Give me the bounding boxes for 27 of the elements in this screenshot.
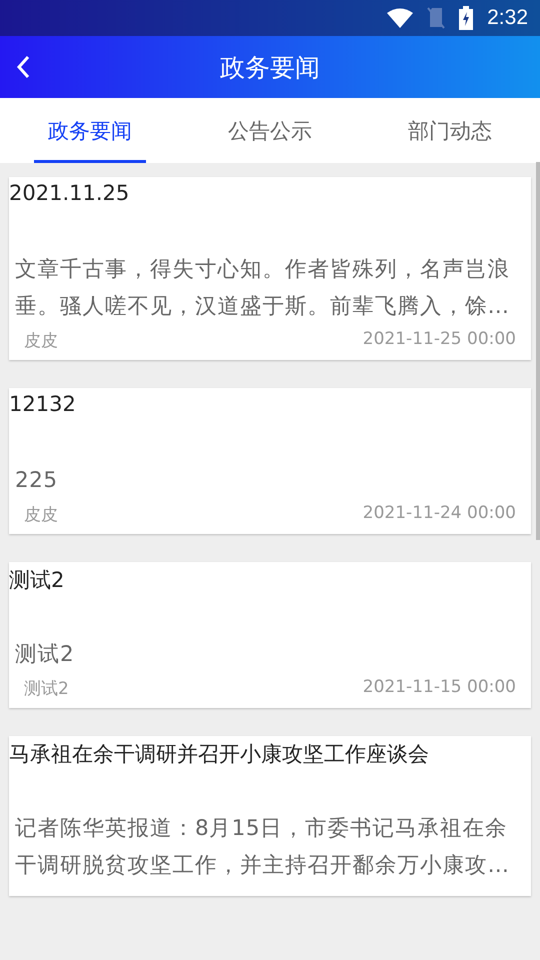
news-time: 2021-11-15 00:00 [362, 677, 516, 699]
no-sim-icon [427, 7, 446, 29]
news-author: 皮皮 [24, 504, 58, 526]
news-title: 马承祖在余干调研并召开小康攻坚工作座谈会 [9, 741, 430, 768]
news-card[interactable]: 测试2 测试2 测试2 2021-11-15 00:00 [9, 562, 531, 708]
news-author: 测试2 [24, 678, 69, 700]
tab[interactable]: 政务要闻 [0, 98, 180, 163]
page-title: 政务要闻 [220, 52, 320, 84]
tab[interactable]: 部门动态 [360, 98, 540, 163]
news-card[interactable]: 12132 225 皮皮 2021-11-24 00:00 [9, 388, 531, 534]
news-time: 2021-11-24 00:00 [362, 503, 516, 525]
news-time: 2021-11-25 00:00 [362, 329, 516, 351]
news-summary: 记者陈华英报道：8月15日，市委书记马承祖在余干调研脱贫攻坚工作，并主持召开鄱余万小康攻… [14, 815, 510, 880]
news-summary: 测试2 [14, 641, 76, 669]
news-title: 测试2 [9, 567, 66, 594]
news-summary: 文章千古事，得失寸心知。作者皆殊列，名声岂浪垂。骚人嗟不见，汉道盛于斯。前辈飞腾入，馀… [14, 256, 511, 321]
news-card[interactable]: 马承祖在余干调研并召开小康攻坚工作座谈会 记者陈华英报道：8月15日，市委书记马承祖在余干调研脱贫攻坚工作，并主持召开鄱余万小康攻… [9, 736, 531, 896]
news-summary: 225 [14, 467, 59, 495]
news-author: 皮皮 [24, 330, 58, 352]
news-card[interactable]: 2021.11.25 文章千古事，得失寸心知。作者皆殊列，名声岂浪垂。骚人嗟不见，汉道盛于斯。前辈飞腾入，馀… 皮皮 2021-11-25 00:00 [9, 177, 531, 360]
wifi-icon [387, 8, 414, 28]
battery-icon [459, 6, 474, 30]
back-icon [16, 55, 30, 79]
news-title: 2021.11.25 [9, 180, 130, 207]
tab[interactable]: 公告公示 [180, 98, 360, 163]
news-title: 12132 [9, 391, 77, 418]
clock-time: 2:32 [487, 6, 528, 30]
